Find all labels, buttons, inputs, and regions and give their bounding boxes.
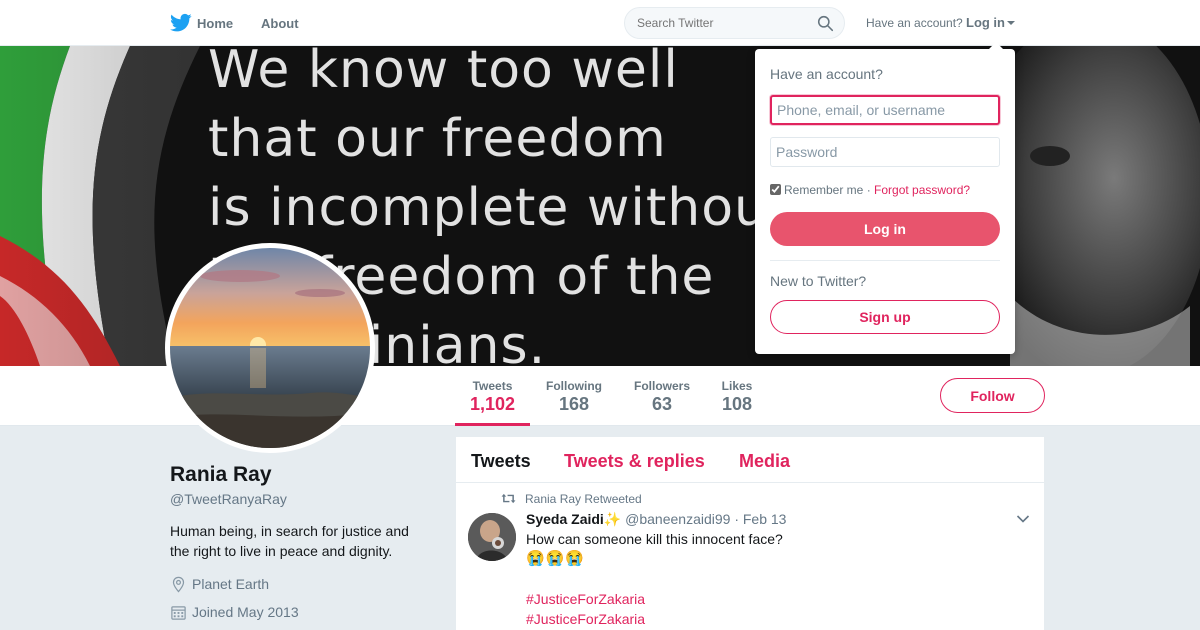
stat-tweets-label: Tweets	[472, 379, 513, 393]
nav-about-link[interactable]: About	[261, 16, 299, 31]
tweet-author-name[interactable]: Syeda Zaidi	[526, 511, 604, 527]
profile-handle[interactable]: @TweetRanyaRay	[170, 491, 287, 507]
caret-down-icon[interactable]	[1007, 21, 1015, 25]
timeline-tabs: Tweets Tweets & replies Media	[456, 437, 1044, 483]
avatar-sunset-image	[170, 248, 370, 448]
remember-me-label[interactable]: Remember me ·	[784, 183, 871, 197]
stat-likes-value: 108	[721, 394, 753, 414]
login-dropdown-toggle[interactable]: Log in	[966, 15, 1005, 30]
stat-followers-label: Followers	[633, 379, 690, 393]
stat-tweets[interactable]: Tweets 1,102	[455, 366, 530, 426]
search-box[interactable]	[624, 7, 845, 39]
tweet-avatar-image	[468, 513, 516, 561]
remember-row: Remember me · Forgot password?	[770, 183, 970, 197]
login-dropdown: Have an account? Remember me · Forgot pa…	[755, 49, 1015, 354]
tweet-text: How can someone kill this innocent face?	[526, 531, 783, 547]
twitter-bird-icon[interactable]	[170, 13, 192, 33]
location-pin-icon	[172, 576, 185, 593]
profile-name[interactable]: Rania Ray	[170, 463, 272, 487]
username-field[interactable]	[770, 95, 1000, 125]
tab-media[interactable]: Media	[739, 451, 790, 472]
hashtag-link[interactable]: #JusticeForZakaria	[526, 611, 645, 627]
tweet-emojis: 😭😭😭	[526, 550, 586, 567]
profile-bio: Human being, in search for justice and t…	[170, 523, 409, 559]
signup-button[interactable]: Sign up	[770, 300, 1000, 334]
sparkle-emoji: ✨	[603, 511, 622, 527]
calendar-icon	[171, 606, 186, 620]
tweet[interactable]: Rania Ray Retweeted Syeda Zaidi✨ @baneen…	[456, 483, 1044, 630]
stat-followers-value: 63	[651, 394, 673, 414]
stat-following[interactable]: Following 168	[540, 366, 608, 426]
retweet-context[interactable]: Rania Ray Retweeted	[525, 492, 642, 506]
tweet-header: Syeda Zaidi✨ @baneenzaidi99 · Feb 13	[526, 511, 786, 528]
top-nav: Home About Have an account? Log in	[0, 0, 1200, 46]
follow-button[interactable]: Follow	[940, 378, 1045, 413]
timeline: Tweets Tweets & replies Media Rania Ray …	[456, 437, 1044, 630]
password-field[interactable]	[770, 137, 1000, 167]
stat-followers[interactable]: Followers 63	[628, 366, 696, 426]
dropdown-title: Have an account?	[770, 66, 883, 82]
tweet-timestamp[interactable]: · Feb 13	[734, 511, 786, 527]
hashtag-link[interactable]: #JusticeForZakaria	[526, 591, 645, 607]
dropdown-caret	[988, 42, 1004, 50]
tab-tweets[interactable]: Tweets	[471, 451, 531, 472]
new-to-twitter-label: New to Twitter?	[770, 273, 867, 289]
stat-likes[interactable]: Likes 108	[712, 366, 762, 426]
tab-tweets-replies[interactable]: Tweets & replies	[564, 451, 705, 472]
location-text: Planet Earth	[192, 576, 270, 592]
have-account-label: Have an account?	[866, 16, 963, 30]
dropdown-divider	[770, 260, 1000, 261]
stat-tweets-value: 1,102	[469, 394, 516, 414]
remember-me-checkbox[interactable]	[770, 184, 781, 195]
joined-text: Joined May 2013	[192, 604, 299, 620]
retweet-icon	[501, 493, 516, 504]
search-input[interactable]	[637, 16, 807, 30]
nav-home-link[interactable]: Home	[197, 16, 233, 31]
login-button[interactable]: Log in	[770, 212, 1000, 246]
stat-following-value: 168	[558, 394, 590, 414]
tweet-author-handle[interactable]: @baneenzaidi99	[625, 511, 730, 527]
tweet-author-avatar[interactable]	[468, 513, 516, 561]
stat-following-label: Following	[546, 379, 602, 393]
search-icon[interactable]	[817, 15, 834, 32]
chevron-down-icon[interactable]	[1016, 514, 1030, 524]
stat-likes-label: Likes	[721, 379, 753, 393]
profile-avatar[interactable]	[165, 243, 375, 453]
forgot-password-link[interactable]: Forgot password?	[874, 183, 970, 197]
